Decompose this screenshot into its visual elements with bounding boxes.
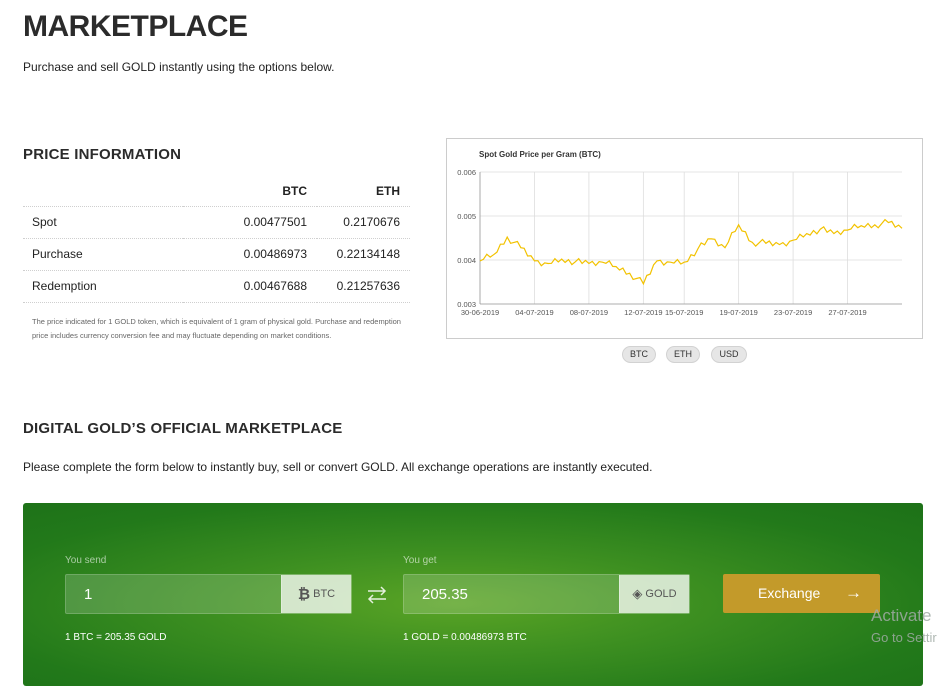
column-header-eth: ETH xyxy=(317,176,410,206)
exchange-button-label: Exchange xyxy=(758,585,820,601)
get-currency-label: GOLD xyxy=(645,588,676,600)
chart-currency-eth-button[interactable]: ETH xyxy=(666,346,700,363)
spot-btc-value: 0.00477501 xyxy=(183,206,317,238)
chart-x-tick-label: 15-07-2019 xyxy=(665,308,703,317)
spot-eth-value: 0.2170676 xyxy=(317,206,410,238)
exchange-button[interactable]: Exchange → xyxy=(723,574,880,613)
chart-x-tick-label: 12-07-2019 xyxy=(624,308,662,317)
get-label: You get xyxy=(403,555,437,566)
purchase-btc-value: 0.00486973 xyxy=(183,238,317,270)
get-amount-value[interactable]: 205.35 xyxy=(422,586,468,603)
send-currency-label: BTC xyxy=(313,588,335,600)
redemption-btc-value: 0.00467688 xyxy=(183,270,317,302)
chart-series-line xyxy=(480,220,902,284)
activation-watermark-line2: Go to Settir xyxy=(871,630,937,645)
send-rate: 1 BTC = 205.35 GOLD xyxy=(65,632,166,643)
send-label: You send xyxy=(65,555,106,566)
activation-watermark-line1: Activate xyxy=(871,606,931,626)
column-header-btc: BTC xyxy=(183,176,317,206)
chart-x-tick-label: 08-07-2019 xyxy=(570,308,608,317)
purchase-eth-value: 0.22134148 xyxy=(317,238,410,270)
chart-x-tick-label: 30-06-2019 xyxy=(461,308,499,317)
table-row: Purchase 0.00486973 0.22134148 xyxy=(23,238,410,270)
get-currency-selector[interactable]: ◈ GOLD xyxy=(619,575,689,613)
bitcoin-icon: ₿ xyxy=(298,586,310,603)
gold-diamond-icon: ◈ xyxy=(632,586,642,602)
page-subtitle: Purchase and sell GOLD instantly using t… xyxy=(23,60,335,74)
chart-currency-btc-button[interactable]: BTC xyxy=(622,346,656,363)
page-title: MARKETPLACE xyxy=(23,10,248,44)
marketplace-title: DIGITAL GOLD’S OFFICIAL MARKETPLACE xyxy=(23,420,343,437)
chart-x-tick-label: 19-07-2019 xyxy=(719,308,757,317)
send-amount-value[interactable]: 1 xyxy=(84,586,92,603)
get-amount-field[interactable]: 205.35 ◈ GOLD xyxy=(403,574,690,614)
price-table: BTC ETH Spot 0.00477501 0.2170676 Purcha… xyxy=(23,176,410,303)
spot-price-chart: Spot Gold Price per Gram (BTC) 0.006 0.00… xyxy=(446,138,923,339)
chart-currency-usd-button[interactable]: USD xyxy=(711,346,747,363)
chart-x-tick-label: 04-07-2019 xyxy=(515,308,553,317)
chart-x-tick-label: 23-07-2019 xyxy=(774,308,812,317)
chart-canvas: Spot Gold Price per Gram (BTC) 0.006 0.00… xyxy=(447,139,922,338)
row-label-purchase: Purchase xyxy=(23,238,183,270)
chart-y-tick-label: 0.005 xyxy=(457,212,476,221)
marketplace-intro: Please complete the form below to instan… xyxy=(23,460,652,474)
price-info-title: PRICE INFORMATION xyxy=(23,146,181,163)
chart-title: Spot Gold Price per Gram (BTC) xyxy=(479,150,601,159)
chart-y-tick-label: 0.004 xyxy=(457,256,476,265)
price-table-header: BTC ETH xyxy=(23,176,410,206)
exchange-panel: You send 1 ₿ BTC 1 BTC = 205.35 GOLD You… xyxy=(23,503,923,686)
arrow-right-icon: → xyxy=(845,583,862,603)
send-amount-field[interactable]: 1 ₿ BTC xyxy=(65,574,352,614)
redemption-eth-value: 0.21257636 xyxy=(317,270,410,302)
row-label-spot: Spot xyxy=(23,206,183,238)
row-label-redemption: Redemption xyxy=(23,270,183,302)
chart-x-tick-label: 27-07-2019 xyxy=(828,308,866,317)
price-table-blank-header xyxy=(23,176,183,206)
table-row: Spot 0.00477501 0.2170676 xyxy=(23,206,410,238)
table-row: Redemption 0.00467688 0.21257636 xyxy=(23,270,410,302)
chart-y-tick-label: 0.006 xyxy=(457,168,476,177)
send-currency-selector[interactable]: ₿ BTC xyxy=(281,575,351,613)
get-rate: 1 GOLD = 0.00486973 BTC xyxy=(403,632,527,643)
price-note: The price indicated for 1 GOLD token, wh… xyxy=(32,315,402,343)
swap-arrows-icon[interactable] xyxy=(365,584,389,606)
